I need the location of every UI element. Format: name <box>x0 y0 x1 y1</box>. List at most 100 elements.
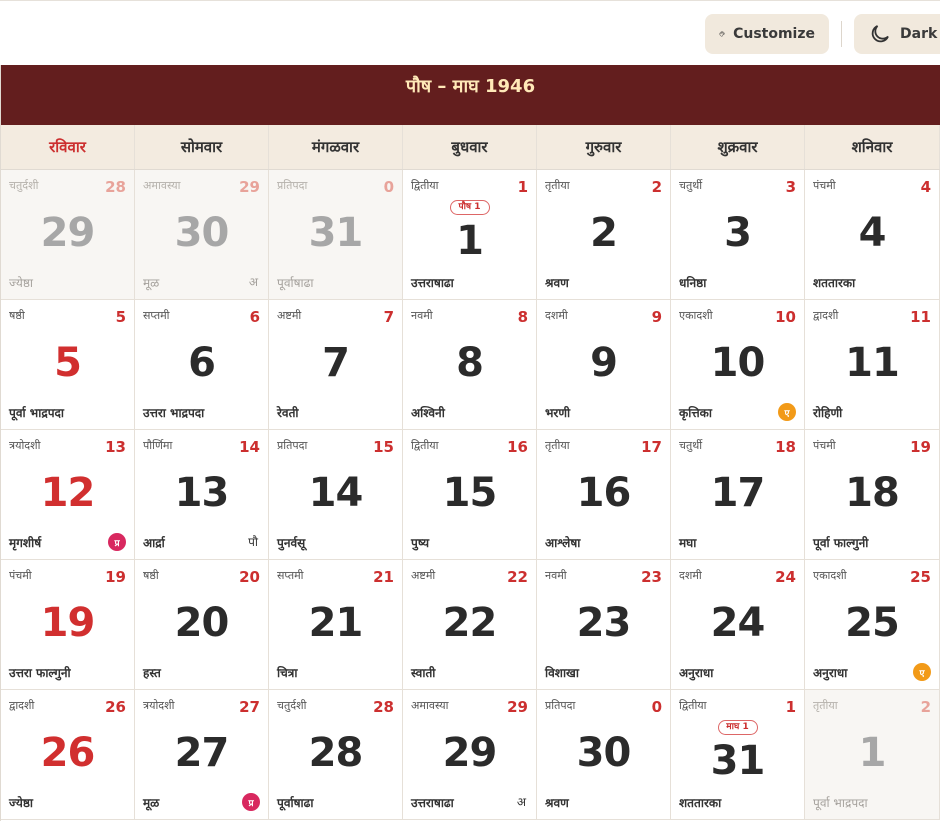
nakshatra-label: पूर्वा भाद्रपदा <box>813 796 868 810</box>
tithi-number: 1 <box>785 698 796 716</box>
day-cell[interactable]: द्वितीया 16 15 पुष्य <box>403 430 537 560</box>
day-cell[interactable]: द्वादशी 11 11 रोहिणी <box>805 300 940 430</box>
tithi-label: दशमी <box>545 309 568 322</box>
day-cell[interactable]: तृतीया 2 2 श्रवण <box>537 170 671 300</box>
day-cell[interactable]: द्वादशी 26 26 ज्येष्ठा <box>1 690 135 820</box>
day-cell[interactable]: पौर्णिमा 14 13 आर्द्रा पौ <box>135 430 269 560</box>
weekday-sunday: रविवार <box>1 125 135 169</box>
top-toolbar: Customize Dark <box>0 0 940 65</box>
day-cell[interactable]: सप्तमी 6 6 उत्तरा भाद्रपदा <box>135 300 269 430</box>
day-cell[interactable]: द्वितीया 1 माघ 1 31 शततारका <box>671 690 805 820</box>
date-number: 19 <box>40 600 96 646</box>
tithi-label: नवमी <box>545 569 567 582</box>
nakshatra-label: चित्रा <box>277 666 298 680</box>
day-cell[interactable]: तृतीया 17 16 आश्लेषा <box>537 430 671 560</box>
date-number: 23 <box>576 600 632 646</box>
tithi-number: 21 <box>373 568 394 586</box>
day-cell[interactable]: दशमी 24 24 अनुराधा <box>671 560 805 690</box>
nakshatra-label: ज्येष्ठा <box>9 796 34 810</box>
weekday-thursday: गुरुवार <box>537 125 671 169</box>
nakshatra-label: उत्तराषाढा <box>411 796 454 810</box>
tithi-number: 0 <box>383 178 394 196</box>
weekday-wednesday: बुधवार <box>403 125 537 169</box>
date-number: 16 <box>576 470 632 516</box>
tithi-label: प्रतिपदा <box>277 439 308 452</box>
tithi-label: अमावस्या <box>411 699 449 712</box>
day-cell[interactable]: षष्ठी 20 20 हस्त <box>135 560 269 690</box>
nakshatra-label: अश्विनी <box>411 406 445 420</box>
nakshatra-label: उत्तरा फाल्गुनी <box>9 666 71 680</box>
day-cell[interactable]: षष्ठी 5 5 पूर्वा भाद्रपदा <box>1 300 135 430</box>
month-start-badge: पौष 1 <box>449 200 490 215</box>
nakshatra-label: श्रवण <box>545 276 569 290</box>
day-cell[interactable]: प्रतिपदा 0 30 श्रवण <box>537 690 671 820</box>
tithi-label: तृतीया <box>813 699 838 712</box>
date-number: 29 <box>442 730 498 776</box>
day-cell[interactable]: दशमी 9 9 भरणी <box>537 300 671 430</box>
day-cell[interactable]: द्वितीया 1 पौष 1 1 उत्तराषाढा <box>403 170 537 300</box>
day-cell[interactable]: पंचमी 4 4 शततारका <box>805 170 940 300</box>
day-cell[interactable]: नवमी 23 23 विशाखा <box>537 560 671 690</box>
day-cell[interactable]: अमावस्या 29 29 उत्तराषाढा अ <box>403 690 537 820</box>
nakshatra-label: पूर्वा फाल्गुनी <box>813 536 869 550</box>
day-cell[interactable]: अमावस्या 29 30 मूळ अ <box>135 170 269 300</box>
dark-mode-button[interactable]: Dark <box>854 14 940 54</box>
tithi-number: 0 <box>651 698 662 716</box>
nakshatra-label: रोहिणी <box>813 406 843 420</box>
tithi-number: 10 <box>775 308 796 326</box>
day-cell[interactable]: अष्टमी 7 7 रेवती <box>269 300 403 430</box>
nakshatra-label: पूर्वाषाढा <box>277 276 314 290</box>
tithi-number: 17 <box>641 438 662 456</box>
nakshatra-label: भरणी <box>545 406 571 420</box>
date-number: 14 <box>308 470 364 516</box>
tithi-label: षष्ठी <box>9 309 25 322</box>
customize-button[interactable]: Customize <box>705 14 829 54</box>
calendar-grid: चतुर्दशी 28 29 ज्येष्ठा अमावस्या 29 30 मूळ अ प्रत… <box>1 170 940 820</box>
tithi-label: प्रतिपदा <box>277 179 308 192</box>
ekadashi-icon: ए <box>913 663 931 681</box>
tithi-label: तृतीया <box>545 439 570 452</box>
day-cell[interactable]: एकादशी 25 25 अनुराधा ए <box>805 560 940 690</box>
tithi-label: द्वितीया <box>411 439 439 452</box>
tithi-number: 26 <box>105 698 126 716</box>
day-cell[interactable]: एकादशी 10 10 कृत्तिका ए <box>671 300 805 430</box>
date-number: 12 <box>40 470 96 516</box>
day-cell[interactable]: सप्तमी 21 21 चित्रा <box>269 560 403 690</box>
date-number: 5 <box>54 340 82 386</box>
day-cell[interactable]: प्रतिपदा 15 14 पुनर्वसू <box>269 430 403 560</box>
day-cell[interactable]: तृतीया 2 1 पूर्वा भाद्रपदा <box>805 690 940 820</box>
nakshatra-label: मघा <box>679 536 697 550</box>
tithi-number: 29 <box>507 698 528 716</box>
tithi-label: द्वादशी <box>9 699 35 712</box>
nakshatra-label: पूर्वा भाद्रपदा <box>9 406 64 420</box>
date-number: 11 <box>845 340 900 386</box>
day-cell[interactable]: नवमी 8 8 अश्विनी <box>403 300 537 430</box>
day-cell[interactable]: पंचमी 19 18 पूर्वा फाल्गुनी <box>805 430 940 560</box>
tithi-label: तृतीया <box>545 179 570 192</box>
day-cell[interactable]: त्रयोदशी 27 27 मूळ प्र <box>135 690 269 820</box>
weekday-tuesday: मंगळवार <box>269 125 403 169</box>
nakshatra-label: आर्द्रा <box>143 536 165 550</box>
date-number: 13 <box>174 470 230 516</box>
date-number: 27 <box>174 730 230 776</box>
day-cell[interactable]: त्रयोदशी 13 12 मृगशीर्ष प्र <box>1 430 135 560</box>
weekday-monday: सोमवार <box>135 125 269 169</box>
ekadashi-icon: ए <box>778 403 796 421</box>
day-cell[interactable]: चतुर्थी 3 3 धनिष्ठा <box>671 170 805 300</box>
tithi-label: सप्तमी <box>277 569 304 582</box>
date-number: 3 <box>724 210 752 256</box>
day-cell[interactable]: अष्टमी 22 22 स्वाती <box>403 560 537 690</box>
tithi-label: एकादशी <box>679 309 713 322</box>
day-cell[interactable]: चतुर्दशी 28 28 पूर्वाषाढा <box>269 690 403 820</box>
tithi-marker: अ <box>516 795 526 809</box>
day-cell[interactable]: प्रतिपदा 0 31 पूर्वाषाढा <box>269 170 403 300</box>
tithi-number: 27 <box>239 698 260 716</box>
day-cell[interactable]: पंचमी 19 19 उत्तरा फाल्गुनी <box>1 560 135 690</box>
tithi-label: नवमी <box>411 309 433 322</box>
tithi-number: 2 <box>651 178 662 196</box>
day-cell[interactable]: चतुर्दशी 28 29 ज्येष्ठा <box>1 170 135 300</box>
nakshatra-label: शततारका <box>813 276 856 290</box>
month-start-badge: माघ 1 <box>717 720 758 735</box>
tithi-number: 1 <box>517 178 528 196</box>
day-cell[interactable]: चतुर्थी 18 17 मघा <box>671 430 805 560</box>
